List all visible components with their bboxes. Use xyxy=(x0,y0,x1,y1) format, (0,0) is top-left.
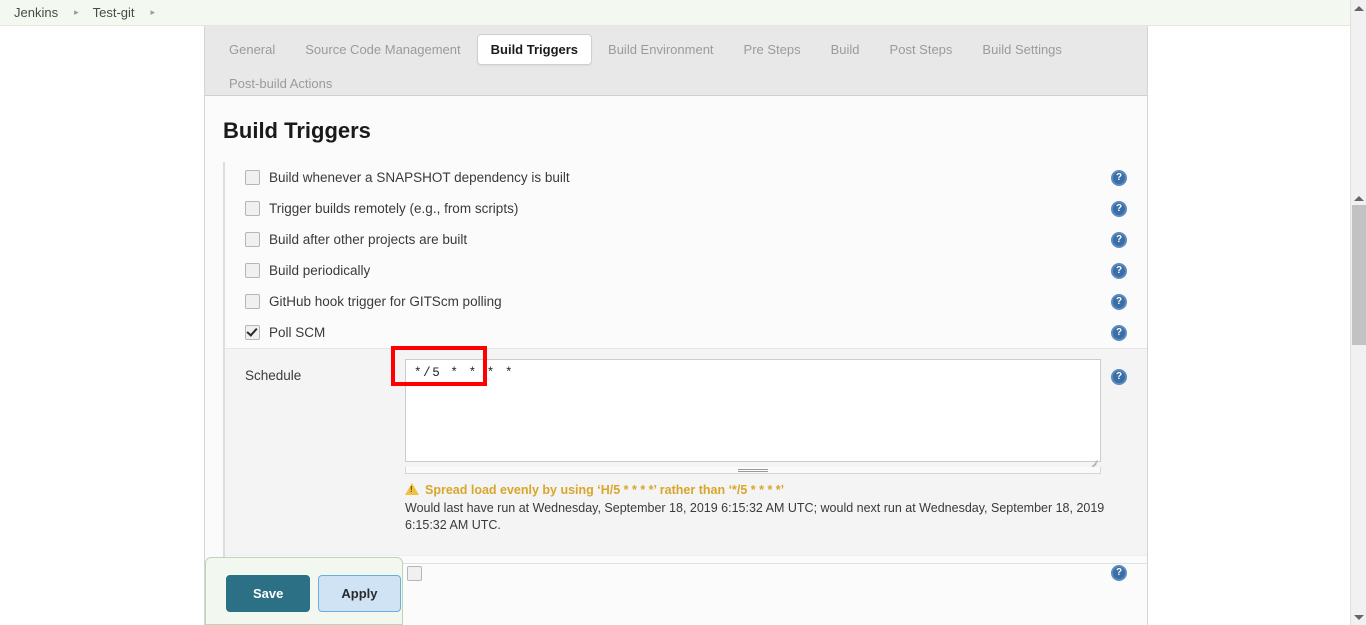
apply-button[interactable]: Apply xyxy=(318,575,401,612)
schedule-input[interactable] xyxy=(405,359,1101,462)
scroll-down-arrow-icon[interactable] xyxy=(1351,609,1366,625)
trigger-label-trigger-remotely: Trigger builds remotely (e.g., from scri… xyxy=(269,201,519,216)
config-panel: General Source Code Management Build Tri… xyxy=(204,26,1148,625)
tab-source-code-management[interactable]: Source Code Management xyxy=(291,34,474,65)
trigger-label-github-hook: GitHub hook trigger for GITScm polling xyxy=(269,294,502,309)
breadcrumb-item-test-git[interactable]: Test-git xyxy=(93,5,135,20)
trigger-row-snapshot-dependency[interactable]: Build whenever a SNAPSHOT dependency is … xyxy=(225,162,1147,193)
schedule-messages: Spread load evenly by using ‘H/5 * * * *… xyxy=(225,474,1147,534)
trigger-row-github-hook[interactable]: GitHub hook trigger for GITScm polling ? xyxy=(225,286,1147,317)
page-scrollbar[interactable] xyxy=(1350,0,1366,625)
help-icon-build-periodically[interactable]: ? xyxy=(1111,262,1127,279)
trigger-label-snapshot-dependency: Build whenever a SNAPSHOT dependency is … xyxy=(269,170,570,185)
tab-row-primary: General Source Code Management Build Tri… xyxy=(215,32,1147,66)
checkbox-github-hook[interactable] xyxy=(245,294,260,309)
help-icon-schedule[interactable]: ? xyxy=(1111,369,1127,385)
tab-build-environment[interactable]: Build Environment xyxy=(594,34,728,65)
page-title: Build Triggers xyxy=(223,118,371,143)
scroll-up-arrow-icon[interactable] xyxy=(1351,0,1366,16)
scroll-marker-arrow-icon xyxy=(1351,190,1366,206)
checkbox-after-other-projects[interactable] xyxy=(245,232,260,247)
schedule-section: Schedule ? xyxy=(225,346,1147,555)
tab-general[interactable]: General xyxy=(215,34,289,65)
warning-triangle-icon xyxy=(405,483,419,495)
save-button[interactable]: Save xyxy=(226,575,311,612)
tab-post-build-actions[interactable]: Post-build Actions xyxy=(215,68,346,99)
tab-row-secondary: Post-build Actions xyxy=(215,66,1147,100)
checkbox-trigger-remotely[interactable] xyxy=(245,201,260,216)
trigger-label-build-periodically: Build periodically xyxy=(269,263,371,278)
schedule-warning: Spread load evenly by using ‘H/5 * * * *… xyxy=(405,482,1147,498)
config-tab-bar: General Source Code Management Build Tri… xyxy=(205,26,1147,96)
checkbox-poll-scm[interactable] xyxy=(245,325,260,340)
help-icon-github-hook[interactable]: ? xyxy=(1111,293,1127,310)
schedule-label: Schedule xyxy=(245,368,302,383)
tab-build-triggers[interactable]: Build Triggers xyxy=(476,33,593,65)
breadcrumb-separator-1: ▸ xyxy=(74,7,79,17)
checkbox-snapshot-dependency[interactable] xyxy=(245,170,260,185)
trigger-label-poll-scm: Poll SCM xyxy=(269,325,326,340)
schedule-row: Schedule ? xyxy=(225,346,1147,474)
trigger-row-after-other-projects[interactable]: Build after other projects are built ? xyxy=(225,224,1147,255)
help-icon-ignore-post-commit-hooks[interactable]: ? xyxy=(1111,565,1127,581)
checkbox-ignore-post-commit-hooks[interactable] xyxy=(407,565,422,581)
config-body: Build Triggers Build whenever a SNAPSHOT… xyxy=(205,96,1147,624)
breadcrumb-item-jenkins[interactable]: Jenkins xyxy=(14,5,58,20)
help-icon-trigger-remotely[interactable]: ? xyxy=(1111,200,1127,217)
build-triggers-form: Build whenever a SNAPSHOT dependency is … xyxy=(223,162,1147,590)
jenkins-job-config-page: Jenkins ▸ Test-git ▸ General Source Code… xyxy=(0,0,1366,625)
footer-button-row: Save Apply xyxy=(206,558,402,612)
tab-build[interactable]: Build xyxy=(817,34,874,65)
breadcrumb-separator-2: ▸ xyxy=(150,7,156,17)
scrollbar-thumb[interactable] xyxy=(1352,205,1366,345)
help-icon-snapshot-dependency[interactable]: ? xyxy=(1111,169,1127,186)
trigger-row-build-periodically[interactable]: Build periodically ? xyxy=(225,255,1147,286)
trigger-row-trigger-remotely[interactable]: Trigger builds remotely (e.g., from scri… xyxy=(225,193,1147,224)
schedule-run-info: Would last have run at Wednesday, Septem… xyxy=(405,501,1105,532)
help-icon-after-other-projects[interactable]: ? xyxy=(1111,231,1127,248)
form-footer-panel: Save Apply xyxy=(205,557,403,625)
trigger-row-poll-scm[interactable]: Poll SCM ? xyxy=(225,317,1147,348)
checkbox-build-periodically[interactable] xyxy=(245,263,260,278)
textarea-drag-bar[interactable] xyxy=(405,467,1101,474)
schedule-warning-text: Spread load evenly by using ‘H/5 * * * *… xyxy=(425,483,785,497)
trigger-label-after-other-projects: Build after other projects are built xyxy=(269,232,468,247)
tab-post-steps[interactable]: Post Steps xyxy=(876,34,967,65)
tab-pre-steps[interactable]: Pre Steps xyxy=(730,34,815,65)
tab-build-settings[interactable]: Build Settings xyxy=(968,34,1076,65)
breadcrumb: Jenkins ▸ Test-git ▸ xyxy=(0,0,1350,26)
help-icon-poll-scm[interactable]: ? xyxy=(1111,324,1127,341)
schedule-input-wrap xyxy=(391,346,1101,474)
